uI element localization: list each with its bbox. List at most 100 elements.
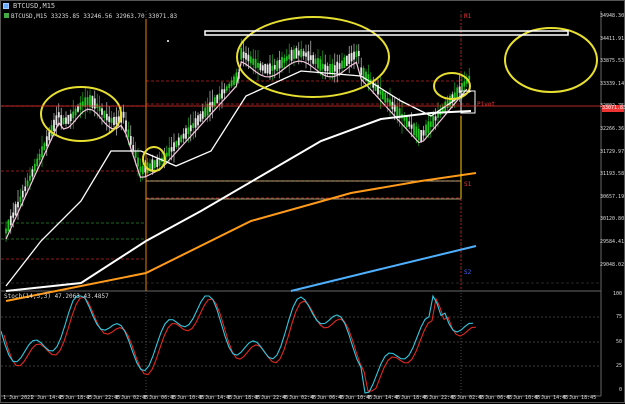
candle-body: [345, 55, 348, 66]
price-tick-label: 33875.53: [600, 58, 625, 65]
candle-body: [149, 163, 151, 170]
candle-body: [355, 51, 358, 58]
candle-body: [165, 152, 168, 157]
candle-body: [302, 51, 305, 57]
level-pivot-label: Pivot: [477, 101, 496, 108]
candle-body: [185, 128, 187, 139]
candle-body: [134, 151, 137, 158]
range-box: [145, 180, 462, 200]
symbol-ohlc: BTCUSD,M15 33235.85 33246.56 32963.70 33…: [11, 13, 178, 20]
stochastic-main-line: [1, 294, 474, 394]
candle-body: [31, 169, 34, 177]
candle-body: [86, 97, 89, 106]
oscillator-info: Stoch(14,3,3) 47.2063 43.4857: [4, 293, 109, 300]
chart-window[interactable]: BTCUSD,M15 BTCUSD,M15 33235.85 33246.56 …: [0, 0, 625, 403]
candle-body: [396, 105, 399, 117]
candle-body: [110, 118, 113, 123]
candle-body: [281, 56, 283, 68]
candle-body: [29, 175, 31, 181]
candle-body: [19, 196, 22, 203]
candle-body: [156, 158, 159, 167]
candle-body: [24, 186, 27, 192]
candle-body: [319, 59, 322, 71]
candle-body: [170, 147, 173, 152]
candle-body: [108, 116, 111, 122]
candle-body: [21, 190, 24, 198]
candle-body: [26, 180, 29, 187]
candle-body: [449, 95, 451, 107]
candle-body: [309, 55, 312, 60]
candle-body: [360, 67, 363, 75]
candle-body: [36, 158, 39, 167]
candle-body: [353, 51, 355, 60]
candle-body: [122, 111, 125, 118]
candle-body: [168, 147, 171, 157]
time-tick-label: 1 Jun 2021: [3, 395, 34, 401]
candle-body: [333, 65, 336, 72]
candle-body: [257, 62, 259, 68]
candle-body: [225, 86, 228, 91]
price-tick-label: 31193.58: [600, 171, 625, 178]
candle-body: [137, 157, 139, 167]
candle-body: [403, 116, 406, 121]
oscillator-tick-label: 50: [615, 339, 622, 345]
candle-body: [278, 59, 281, 69]
candle-body: [81, 101, 84, 107]
candle-body: [405, 115, 408, 128]
price-chart[interactable]: [1, 1, 625, 404]
candle-body: [132, 144, 135, 151]
candle-body: [415, 126, 418, 138]
cursor-dot: [167, 40, 169, 42]
candle-body: [84, 97, 87, 107]
candle-body: [177, 137, 180, 146]
candle-body: [194, 118, 197, 128]
candle-body: [324, 64, 327, 72]
price-tick-label: 34948.30: [600, 13, 625, 19]
candle-body: [386, 97, 389, 103]
candle-body: [247, 54, 250, 62]
candle-body: [266, 64, 269, 74]
level-s1-label: S1: [464, 181, 472, 188]
candle-body: [458, 86, 461, 93]
candle-body: [413, 123, 415, 136]
candle-body: [437, 113, 439, 118]
candle-body: [33, 163, 36, 172]
candle-body: [43, 143, 46, 150]
candle-body: [129, 136, 132, 145]
candle-body: [341, 60, 343, 69]
candle-body: [151, 159, 154, 172]
candle-body: [427, 121, 430, 133]
candle-body: [173, 142, 175, 152]
candle-body: [12, 212, 15, 218]
candle-body: [213, 97, 216, 107]
candle-body: [115, 116, 118, 125]
price-tick-label: 31729.97: [600, 148, 625, 155]
candle-body: [283, 58, 286, 63]
candle-body: [72, 111, 75, 119]
candle-body: [379, 89, 382, 95]
symbol-icon: [4, 13, 9, 18]
candle-body: [350, 52, 353, 62]
oscillator-tick-label: 25: [615, 363, 622, 369]
candle-body: [89, 95, 91, 108]
price-tick-label: 29584.41: [600, 239, 625, 245]
candle-body: [254, 58, 257, 69]
orange-ma-line: [5, 172, 477, 302]
candle-body: [367, 74, 370, 85]
highlight-ellipse: [504, 27, 598, 93]
candle-body: [103, 110, 106, 119]
candle-body: [463, 81, 466, 87]
current-price-label: 33071.83: [602, 105, 625, 112]
candle-body: [62, 117, 65, 125]
candle-body: [45, 136, 48, 147]
candle-body: [326, 66, 329, 72]
candle-body: [105, 113, 108, 121]
candle-body: [204, 107, 207, 118]
candle-body: [209, 102, 211, 112]
candle-body: [293, 49, 295, 59]
price-tick-label: 29048.02: [600, 261, 625, 268]
candle-body: [305, 52, 307, 57]
candle-body: [285, 56, 288, 61]
candle-body: [338, 63, 341, 70]
candle-body: [314, 58, 317, 65]
